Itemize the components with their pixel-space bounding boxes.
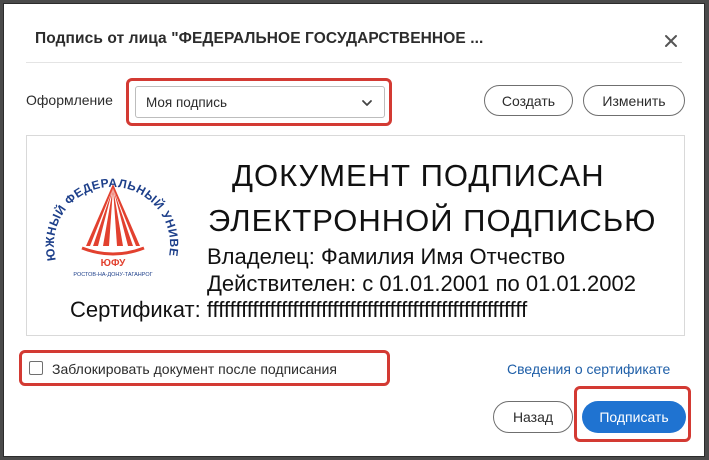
certificate-details-link[interactable]: Сведения о сертификате	[507, 361, 670, 377]
signature-validity: Действителен: с 01.01.2001 по 01.01.2002	[207, 271, 636, 296]
back-button[interactable]: Назад	[493, 401, 573, 433]
close-icon[interactable]	[660, 30, 682, 52]
signature-owner: Владелец: Фамилия Имя Отчество	[207, 244, 566, 269]
signature-certificate: Сертификат: ffffffffffffffffffffffffffff…	[70, 297, 528, 322]
dialog-title: Подпись от лица "ФЕДЕРАЛЬНОЕ ГОСУДАРСТВЕ…	[35, 30, 484, 47]
appearance-label: Оформление	[26, 92, 113, 108]
signature-heading-1: ДОКУМЕНТ ПОДПИСАН	[232, 158, 605, 193]
lock-document-label[interactable]: Заблокировать документ после подписания	[52, 361, 337, 377]
chevron-down-icon	[360, 96, 374, 115]
signature-preview: ЮЖНЫЙ ФЕДЕРАЛЬНЫЙ УНИВЕРСИТЕТ ЮФУ РОСТОВ…	[26, 135, 685, 336]
appearance-select[interactable]: Моя подпись	[135, 86, 385, 118]
university-logo: ЮЖНЫЙ ФЕДЕРАЛЬНЫЙ УНИВЕРСИТЕТ ЮФУ РОСТОВ…	[37, 148, 181, 278]
sign-button[interactable]: Подписать	[582, 401, 686, 433]
title-separator	[26, 62, 682, 63]
logo-city: РОСТОВ-НА-ДОНУ-ТАГАНРОГ	[73, 272, 152, 278]
lock-document-checkbox[interactable]	[29, 361, 43, 375]
sign-dialog: Подпись от лица "ФЕДЕРАЛЬНОЕ ГОСУДАРСТВЕ…	[3, 3, 705, 457]
edit-button[interactable]: Изменить	[583, 85, 685, 116]
logo-abbr: ЮФУ	[101, 258, 126, 269]
create-button[interactable]: Создать	[484, 85, 573, 116]
signature-heading-2: ЭЛЕКТРОННОЙ ПОДПИСЬЮ	[208, 203, 657, 238]
appearance-select-value: Моя подпись	[146, 95, 227, 110]
